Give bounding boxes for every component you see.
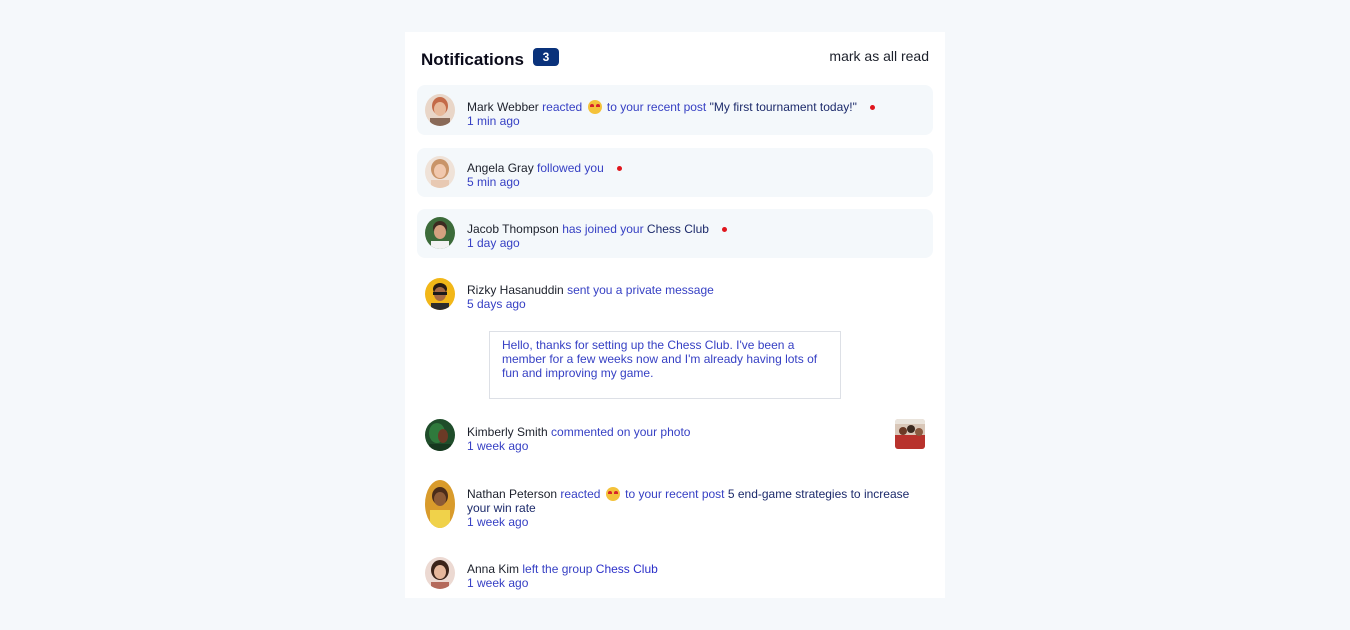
mark-all-read-button[interactable]: mark as all read xyxy=(829,48,929,64)
commented-photo-thumbnail[interactable] xyxy=(895,419,925,449)
timestamp: 1 min ago xyxy=(467,114,520,128)
timestamp: 1 week ago xyxy=(467,515,529,529)
avatar[interactable] xyxy=(425,419,455,451)
group-link[interactable]: Chess Club xyxy=(647,222,709,236)
notification-verb: commented on your photo xyxy=(551,425,691,439)
notification-verb: reacted xyxy=(560,487,601,501)
heart-eyes-emoji-icon xyxy=(587,100,602,114)
notification-verb: left the group xyxy=(522,562,593,576)
avatar[interactable] xyxy=(425,480,455,528)
user-name[interactable]: Kimberly Smith xyxy=(467,425,548,439)
notifications-header: Notifications 3 mark as all read xyxy=(421,48,929,72)
user-name[interactable]: Anna Kim xyxy=(467,562,519,576)
page-title: Notifications xyxy=(421,50,524,69)
notification-text: Rizky Hasanuddin sent you a private mess… xyxy=(467,283,925,311)
notification-verb: reacted xyxy=(542,100,583,114)
notification-text: Angela Gray followed you 5 min ago xyxy=(467,161,925,189)
avatar[interactable] xyxy=(425,278,455,310)
avatar[interactable] xyxy=(425,217,455,249)
unread-count-badge: 3 xyxy=(533,48,559,66)
unread-dot-icon xyxy=(722,227,728,233)
private-message-preview[interactable]: Hello, thanks for setting up the Chess C… xyxy=(489,331,841,399)
timestamp: 5 min ago xyxy=(467,175,520,189)
timestamp: 1 day ago xyxy=(467,236,520,250)
notification-verb-after: to your recent post xyxy=(625,487,725,501)
post-link[interactable]: "My first tournament today!" xyxy=(710,100,857,114)
notification-item[interactable]: Kimberly Smith commented on your photo 1… xyxy=(417,412,933,461)
heart-eyes-emoji-icon xyxy=(605,487,620,501)
user-name[interactable]: Rizky Hasanuddin xyxy=(467,283,564,297)
avatar[interactable] xyxy=(425,557,455,589)
notification-verb: followed you xyxy=(537,161,604,175)
unread-dot-icon xyxy=(870,105,876,111)
notifications-card: Notifications 3 mark as all read Mark We… xyxy=(405,32,945,598)
user-name[interactable]: Angela Gray xyxy=(467,161,534,175)
notification-text: Mark Webber reacted to your recent post … xyxy=(467,100,925,128)
notification-item[interactable]: Rizky Hasanuddin sent you a private mess… xyxy=(417,270,933,319)
group-link[interactable]: Chess Club xyxy=(596,562,658,576)
notification-text: Jacob Thompson has joined your Chess Clu… xyxy=(467,222,925,250)
notification-item[interactable]: Jacob Thompson has joined your Chess Clu… xyxy=(417,209,933,258)
user-name[interactable]: Nathan Peterson xyxy=(467,487,557,501)
avatar[interactable] xyxy=(425,156,455,188)
notification-item[interactable]: Anna Kim left the group Chess Club 1 wee… xyxy=(417,549,933,598)
notification-verb: sent you a private message xyxy=(567,283,714,297)
notification-verb: has joined your xyxy=(562,222,644,236)
user-name[interactable]: Jacob Thompson xyxy=(467,222,559,236)
avatar[interactable] xyxy=(425,94,455,126)
notification-text: Anna Kim left the group Chess Club 1 wee… xyxy=(467,562,925,590)
timestamp: 1 week ago xyxy=(467,439,529,453)
unread-dot-icon xyxy=(617,166,623,172)
timestamp: 5 days ago xyxy=(467,297,526,311)
notification-text: Nathan Peterson reacted to your recent p… xyxy=(467,487,925,529)
notification-item[interactable]: Nathan Peterson reacted to your recent p… xyxy=(417,473,933,533)
notification-verb-after: to your recent post xyxy=(606,100,707,114)
user-name[interactable]: Mark Webber xyxy=(467,100,539,114)
notification-item[interactable]: Angela Gray followed you 5 min ago xyxy=(417,148,933,197)
notification-text: Kimberly Smith commented on your photo 1… xyxy=(467,425,925,453)
timestamp: 1 week ago xyxy=(467,576,529,590)
notification-item[interactable]: Mark Webber reacted to your recent post … xyxy=(417,85,933,135)
